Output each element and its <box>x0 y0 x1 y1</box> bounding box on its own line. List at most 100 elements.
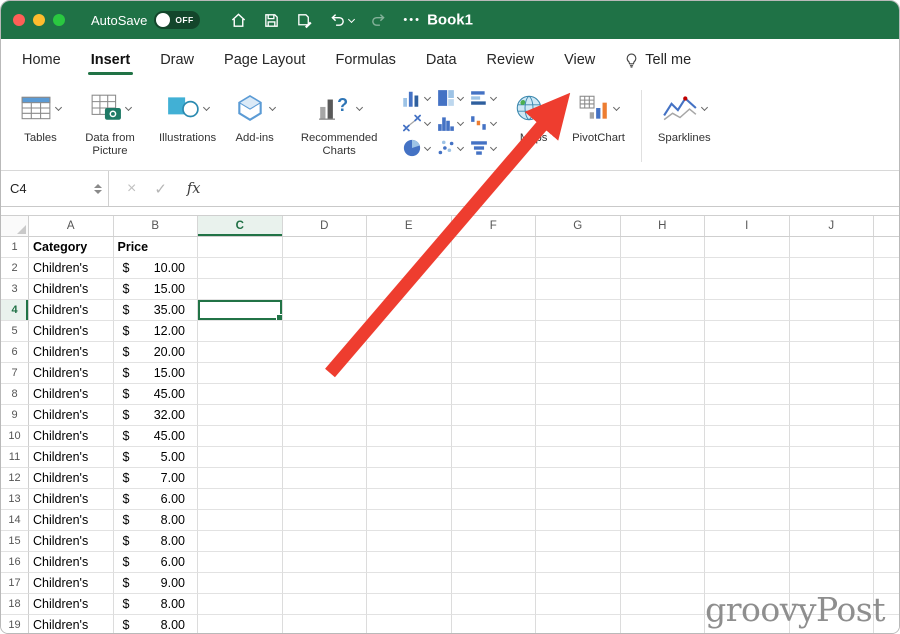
cell-A19[interactable]: Children's <box>29 615 114 634</box>
cell-J5[interactable] <box>790 321 875 342</box>
tell-me-button[interactable]: Tell me <box>624 52 691 68</box>
cell-E14[interactable] <box>367 510 452 531</box>
row-header-5[interactable]: 5 <box>1 321 29 342</box>
cell-E8[interactable] <box>367 384 452 405</box>
cell-H10[interactable] <box>621 426 706 447</box>
cell-D18[interactable] <box>283 594 368 615</box>
cell-I15[interactable] <box>705 531 790 552</box>
cell-H3[interactable] <box>621 279 706 300</box>
row-header-18[interactable]: 18 <box>1 594 29 615</box>
cell-J13[interactable] <box>790 489 875 510</box>
cell-E3[interactable] <box>367 279 452 300</box>
row-header-3[interactable]: 3 <box>1 279 29 300</box>
cell-D12[interactable] <box>283 468 368 489</box>
cell-C7[interactable] <box>198 363 283 384</box>
column-header-B[interactable]: B <box>114 216 199 236</box>
cell-H13[interactable] <box>621 489 706 510</box>
cell-J12[interactable] <box>790 468 875 489</box>
cell-D3[interactable] <box>283 279 368 300</box>
cell-F12[interactable] <box>452 468 537 489</box>
tab-review[interactable]: Review <box>486 40 536 80</box>
cell-D7[interactable] <box>283 363 368 384</box>
cell-B6[interactable]: $20.00 <box>114 342 199 363</box>
cell-C6[interactable] <box>198 342 283 363</box>
insert-bar-chart-button[interactable] <box>470 88 496 108</box>
row-header-7[interactable]: 7 <box>1 363 29 384</box>
cell-G10[interactable] <box>536 426 621 447</box>
name-box[interactable]: C4 <box>1 171 109 206</box>
cell-B3[interactable]: $15.00 <box>114 279 199 300</box>
cell-E9[interactable] <box>367 405 452 426</box>
minimize-button[interactable] <box>33 14 45 26</box>
cell-C5[interactable] <box>198 321 283 342</box>
cell-F7[interactable] <box>452 363 537 384</box>
cell-J10[interactable] <box>790 426 875 447</box>
cell-G5[interactable] <box>536 321 621 342</box>
cell-B15[interactable]: $8.00 <box>114 531 199 552</box>
cell-D16[interactable] <box>283 552 368 573</box>
cell-C18[interactable] <box>198 594 283 615</box>
cell-B11[interactable]: $5.00 <box>114 447 199 468</box>
cell-B12[interactable]: $7.00 <box>114 468 199 489</box>
cell-H4[interactable] <box>621 300 706 321</box>
insert-pie-chart-button[interactable] <box>402 138 430 158</box>
row-header-8[interactable]: 8 <box>1 384 29 405</box>
insert-funnel-chart-button[interactable] <box>470 138 496 158</box>
autosave-toggle[interactable]: OFF <box>154 11 200 29</box>
cell-I1[interactable] <box>705 237 790 258</box>
cell-H2[interactable] <box>621 258 706 279</box>
cell-F10[interactable] <box>452 426 537 447</box>
cell-G11[interactable] <box>536 447 621 468</box>
cell-B16[interactable]: $6.00 <box>114 552 199 573</box>
cell-D4[interactable] <box>283 300 368 321</box>
cell-A1[interactable]: Category <box>29 237 114 258</box>
cell-C19[interactable] <box>198 615 283 634</box>
cell-H16[interactable] <box>621 552 706 573</box>
cell-C11[interactable] <box>198 447 283 468</box>
cell-G16[interactable] <box>536 552 621 573</box>
cell-J6[interactable] <box>790 342 875 363</box>
cell-H15[interactable] <box>621 531 706 552</box>
cell-J4[interactable] <box>790 300 875 321</box>
cell-H17[interactable] <box>621 573 706 594</box>
cell-G19[interactable] <box>536 615 621 634</box>
cell-E12[interactable] <box>367 468 452 489</box>
cell-A2[interactable]: Children's <box>29 258 114 279</box>
cell-H1[interactable] <box>621 237 706 258</box>
tab-formulas[interactable]: Formulas <box>334 40 396 80</box>
row-header-13[interactable]: 13 <box>1 489 29 510</box>
cell-J1[interactable] <box>790 237 875 258</box>
cell-B9[interactable]: $32.00 <box>114 405 199 426</box>
cell-F18[interactable] <box>452 594 537 615</box>
illustrations-button[interactable]: Illustrations <box>159 88 216 145</box>
cell-E15[interactable] <box>367 531 452 552</box>
cell-B18[interactable]: $8.00 <box>114 594 199 615</box>
tab-home[interactable]: Home <box>21 40 62 80</box>
cell-B19[interactable]: $8.00 <box>114 615 199 634</box>
cell-C12[interactable] <box>198 468 283 489</box>
row-header-17[interactable]: 17 <box>1 573 29 594</box>
home-button[interactable] <box>230 12 247 29</box>
cell-F3[interactable] <box>452 279 537 300</box>
cell-A10[interactable]: Children's <box>29 426 114 447</box>
row-header-15[interactable]: 15 <box>1 531 29 552</box>
recommended-charts-button[interactable]: ? Recommended Charts <box>293 88 385 159</box>
cell-B7[interactable]: $15.00 <box>114 363 199 384</box>
cell-H9[interactable] <box>621 405 706 426</box>
cell-I9[interactable] <box>705 405 790 426</box>
cell-C4[interactable] <box>198 300 283 321</box>
confirm-entry-button[interactable]: ✓ <box>154 180 167 198</box>
cell-H19[interactable] <box>621 615 706 634</box>
cell-E10[interactable] <box>367 426 452 447</box>
cell-G8[interactable] <box>536 384 621 405</box>
cell-E19[interactable] <box>367 615 452 634</box>
cell-C15[interactable] <box>198 531 283 552</box>
maps-button[interactable]: Maps <box>513 88 554 145</box>
name-box-stepper[interactable] <box>94 184 102 194</box>
sparklines-button[interactable]: Sparklines <box>658 88 711 145</box>
fullscreen-button[interactable] <box>53 14 65 26</box>
cell-D6[interactable] <box>283 342 368 363</box>
tab-insert[interactable]: Insert <box>90 40 132 80</box>
cell-J11[interactable] <box>790 447 875 468</box>
cell-A4[interactable]: Children's <box>29 300 114 321</box>
